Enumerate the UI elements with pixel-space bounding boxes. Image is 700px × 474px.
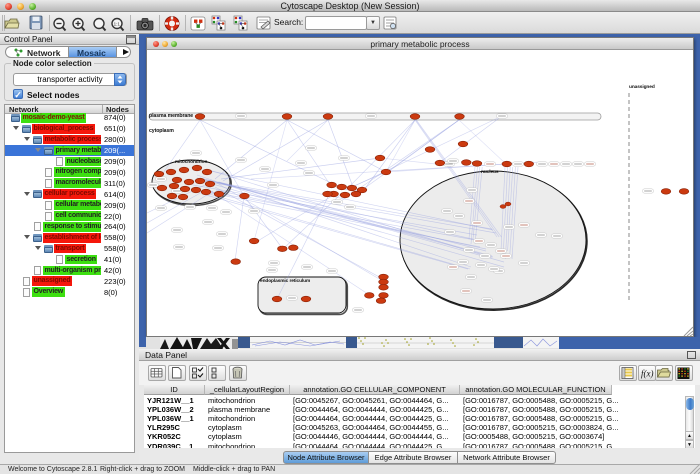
svg-text:unassigned: unassigned [629, 84, 655, 90]
svg-text:plasma membrane: plasma membrane [149, 113, 193, 119]
svg-text:mitochondrion: mitochondrion [175, 159, 207, 165]
svg-text:1:1: 1:1 [114, 22, 121, 27]
svg-text:cytoplasm: cytoplasm [149, 128, 174, 134]
svg-text:nucleus: nucleus [481, 169, 499, 175]
svg-text:f(x): f(x) [641, 368, 654, 378]
svg-text:endoplasmic reticulum: endoplasmic reticulum [260, 278, 310, 284]
